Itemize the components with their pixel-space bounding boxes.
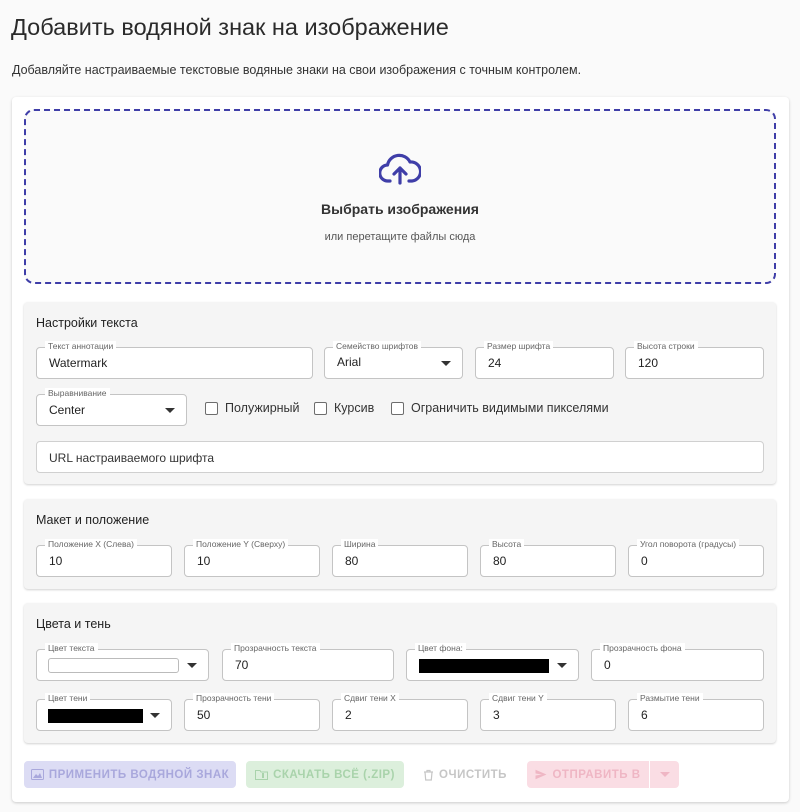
field-label: Положение X (Слева)	[45, 539, 137, 550]
italic-checkbox[interactable]: Курсив	[314, 400, 374, 416]
field-label: Высота строки	[634, 341, 698, 352]
send-icon	[535, 769, 547, 780]
checkbox-label: Ограничить видимыми пикселями	[411, 401, 609, 415]
field-value: 24	[488, 356, 502, 370]
field-label: Выравнивание	[45, 388, 110, 399]
field-value: 3	[493, 708, 500, 722]
annotation-text-input[interactable]: Текст аннотации Watermark	[36, 341, 313, 379]
field-value: 2	[345, 708, 352, 722]
field-value: Arial	[337, 355, 362, 369]
layout-section-title: Макет и положение	[36, 513, 150, 527]
send-to-button[interactable]: ОТПРАВИТЬ В	[527, 761, 649, 788]
clear-label: ОЧИСТИТЬ	[439, 768, 507, 781]
field-label: Положение Y (Сверху)	[193, 539, 289, 550]
color-swatch	[419, 659, 549, 673]
choose-images-label[interactable]: Выбрать изображения	[0, 201, 800, 217]
field-value: 0	[641, 554, 648, 568]
background-opacity-input[interactable]: Прозрачность фона 0	[591, 643, 764, 681]
alignment-select[interactable]: Выравнивание Center	[36, 388, 187, 426]
image-icon	[30, 769, 44, 780]
bold-checkbox[interactable]: Полужирный	[205, 400, 300, 416]
custom-font-url-placeholder: URL настраиваемого шрифта	[49, 451, 215, 465]
background-color-picker[interactable]: Цвет фона:	[406, 643, 579, 681]
checkbox-box[interactable]	[205, 401, 218, 415]
field-label: Цвет текста	[45, 643, 98, 654]
line-height-input[interactable]: Высота строки 120	[625, 341, 764, 379]
field-label: Ширина	[341, 539, 379, 550]
field-label: Высота	[489, 539, 525, 550]
trash-icon	[424, 769, 434, 781]
field-value: Center	[49, 403, 86, 417]
limit-visible-pixels-checkbox[interactable]: Ограничить видимыми пикселями	[391, 400, 609, 416]
chevron-down-icon	[659, 772, 670, 777]
field-label: Прозрачность фона	[600, 643, 685, 654]
field-value: 70	[235, 658, 249, 672]
text-settings-title: Настройки текста	[36, 316, 138, 330]
field-label: Семейство шрифтов	[333, 341, 421, 352]
checkbox-label: Курсив	[334, 401, 375, 415]
download-zip-button[interactable]: СКАЧАТЬ ВСЁ (.ZIP)	[246, 761, 404, 788]
folder-zip-icon	[255, 770, 269, 780]
send-to-menu-button[interactable]	[650, 761, 679, 788]
shadow-offset-y-input[interactable]: Сдвиг тени Y 3	[480, 693, 616, 731]
dropzone-hint: или перетащите файлы сюда	[324, 231, 476, 243]
field-value: 10	[49, 554, 63, 568]
field-label: Размытие тени	[637, 693, 703, 704]
cloud-upload-icon	[379, 153, 421, 185]
field-label: Сдвиг тени Y	[489, 693, 547, 704]
field-value: 6	[641, 708, 648, 722]
field-label: Цвет тени	[45, 693, 91, 704]
chevron-down-icon	[441, 361, 451, 366]
clear-button[interactable]: ОЧИСТИТЬ	[412, 761, 518, 788]
field-value: 80	[345, 554, 359, 568]
color-swatch	[48, 709, 143, 723]
font-family-select[interactable]: Семейство шрифтов Arial	[324, 341, 463, 379]
text-opacity-input[interactable]: Прозрачность текста 70	[222, 643, 394, 681]
font-size-input[interactable]: Размер шрифта 24	[475, 341, 614, 379]
checkbox-box[interactable]	[314, 401, 327, 415]
page-subtitle: Добавляйте настраиваемые текстовые водян…	[12, 63, 582, 77]
send-to-label: ОТПРАВИТЬ В	[552, 768, 641, 781]
download-zip-label: СКАЧАТЬ ВСЁ (.ZIP)	[273, 768, 395, 781]
chevron-down-icon	[187, 663, 197, 668]
field-label: Прозрачность текста	[231, 643, 320, 654]
field-value: 10	[197, 554, 211, 568]
shadow-offset-x-input[interactable]: Сдвиг тени X 2	[332, 693, 468, 731]
color-swatch	[48, 658, 179, 673]
shadow-blur-input[interactable]: Размытие тени 6	[628, 693, 764, 731]
field-value: 120	[638, 356, 659, 370]
rotation-input[interactable]: Угол поворота (градусы) 0	[628, 539, 764, 577]
width-input[interactable]: Ширина 80	[332, 539, 468, 577]
apply-watermark-button[interactable]: ПРИМЕНИТЬ ВОДЯНОЙ ЗНАК	[24, 761, 236, 788]
page-title: Добавить водяной знак на изображение	[11, 14, 449, 40]
field-value: 0	[604, 658, 611, 672]
shadow-opacity-input[interactable]: Прозрачность тени 50	[184, 693, 320, 731]
field-label: Сдвиг тени X	[341, 693, 399, 704]
file-dropzone[interactable]	[24, 109, 776, 284]
checkbox-box[interactable]	[391, 401, 404, 415]
field-label: Текст аннотации	[45, 341, 117, 352]
shadow-color-picker[interactable]: Цвет тени	[36, 693, 172, 731]
field-value: Watermark	[49, 356, 108, 370]
chevron-down-icon	[165, 408, 175, 413]
field-value: 80	[493, 554, 507, 568]
field-label: Угол поворота (градусы)	[637, 539, 740, 550]
chevron-down-icon	[150, 713, 160, 718]
chevron-down-icon	[557, 663, 567, 668]
position-y-input[interactable]: Положение Y (Сверху) 10	[184, 539, 320, 577]
colors-section-title: Цвета и тень	[36, 617, 111, 631]
field-label: Размер шрифта	[484, 341, 554, 352]
field-label: Прозрачность тени	[193, 693, 275, 704]
apply-watermark-label: ПРИМЕНИТЬ ВОДЯНОЙ ЗНАК	[48, 768, 230, 781]
height-input[interactable]: Высота 80	[480, 539, 616, 577]
position-x-input[interactable]: Положение X (Слева) 10	[36, 539, 172, 577]
checkbox-label: Полужирный	[225, 401, 300, 415]
custom-font-url-input[interactable]: URL настраиваемого шрифта	[36, 441, 764, 473]
text-color-picker[interactable]: Цвет текста	[36, 643, 209, 681]
field-value: 50	[197, 708, 211, 722]
field-label: Цвет фона:	[415, 643, 466, 654]
